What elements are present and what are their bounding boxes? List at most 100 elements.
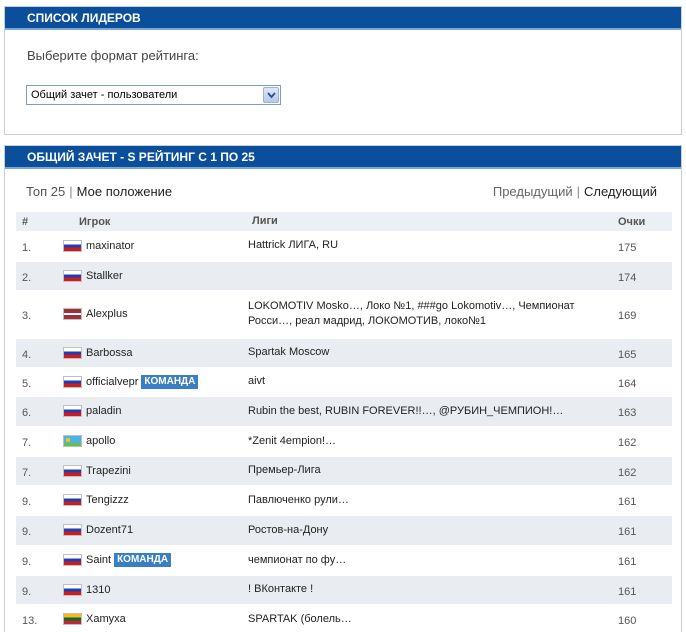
column-num: # — [16, 212, 52, 231]
leagues-cell[interactable]: Hattrick ЛИГА, RU — [248, 231, 610, 262]
table-row: 7. apollo *Zenit 4empion!… 162 — [16, 426, 672, 457]
player-name-link[interactable]: Tengizzz — [86, 494, 129, 506]
points-cell: 165 — [610, 338, 672, 368]
player-name-link[interactable]: apollo — [86, 435, 115, 447]
leagues-cell[interactable] — [248, 261, 610, 291]
rank-cell: 5. — [16, 367, 52, 397]
rank-cell: 9. — [16, 515, 52, 546]
rank-cell: 9. — [16, 575, 52, 605]
player-cell: paladin — [52, 396, 248, 427]
points-cell: 162 — [610, 456, 672, 486]
player-name-link[interactable]: Dozent71 — [86, 524, 133, 536]
points-cell: 163 — [610, 396, 672, 427]
rank-cell: 9. — [16, 485, 52, 516]
leagues-cell[interactable]: Rubin the best, RUBIN FOREVER!!…, @РУБИН… — [248, 396, 610, 427]
player-name-link[interactable]: Trapezini — [86, 465, 131, 477]
leagues-cell[interactable]: SPARTAK (болель… — [248, 604, 610, 632]
format-label: Выберите формат рейтинга: — [27, 48, 199, 63]
player-cell: Stallker — [52, 261, 248, 291]
points-cell: 169 — [610, 290, 672, 339]
player-name-link[interactable]: Barbossa — [86, 347, 132, 359]
leagues-cell[interactable]: LOKOMOTIV Mosko…, Локо №1, ###go Lokomot… — [248, 290, 610, 339]
table-body: 1. maxinator Hattrick ЛИГА, RU 175 2. Stallke… — [16, 231, 672, 632]
leagues-cell[interactable]: aivt — [248, 367, 610, 397]
ranking-title: ОБЩИЙ ЗАЧЕТ - S РЕЙТИНГ С 1 ПО 25 — [5, 146, 681, 169]
player-name-link[interactable]: officialvepr — [86, 376, 138, 388]
rating-format-select[interactable]: Общий зачет - пользователи — [26, 85, 281, 105]
player-name-link[interactable]: Alexplus — [86, 308, 128, 320]
player-cell: Barbossa — [52, 338, 248, 368]
flag-lv-icon — [63, 308, 82, 320]
flag-ru-icon — [63, 583, 82, 596]
rank-cell: 6. — [16, 396, 52, 427]
table-row: 9. Tengizzz Павлюченко рули… 161 — [16, 485, 672, 516]
table-row: 2. Stallker 174 — [16, 261, 672, 291]
flag-ru-icon — [63, 494, 82, 506]
player-name-link[interactable]: Xamyxa — [86, 613, 126, 625]
leagues-cell[interactable]: ! ВКонтакте ! — [248, 575, 610, 605]
flag-ru-icon — [63, 269, 82, 282]
ranking-nav-left: Топ 25 | Мое положение — [26, 184, 172, 199]
top25-link[interactable]: Топ 25 — [26, 184, 65, 199]
points-cell: 161 — [610, 575, 672, 605]
column-leagues: Лиги — [248, 212, 610, 231]
rank-cell: 13. — [16, 604, 52, 632]
points-cell: 161 — [610, 485, 672, 516]
team-badge[interactable]: КОМАНДА — [114, 553, 172, 567]
table-row: 9. Dozent71 Ростов-на-Дону 161 — [16, 515, 672, 546]
table-header-row: # Игрок Лиги Очки — [16, 212, 672, 231]
table-row: 9. 1310 ! ВКонтакте ! 161 — [16, 575, 672, 605]
table-row: 5. officialvepr КОМАНДА aivt 164 — [16, 367, 672, 397]
table-row: 6. paladin Rubin the best, RUBIN FOREVER!!… — [16, 396, 672, 427]
player-cell: apollo — [52, 426, 248, 457]
flag-ru-icon — [63, 554, 82, 566]
chevron-down-icon[interactable] — [263, 87, 279, 103]
flag-lt-icon — [63, 613, 82, 625]
player-name-link[interactable]: 1310 — [86, 584, 110, 596]
rank-cell: 1. — [16, 231, 52, 262]
ranking-panel: ОБЩИЙ ЗАЧЕТ - S РЕЙТИНГ С 1 ПО 25 Топ 25… — [4, 145, 682, 632]
leagues-cell[interactable]: Павлюченко рули… — [248, 485, 610, 516]
flag-mk-icon — [63, 435, 82, 447]
next-link[interactable]: Следующий — [584, 184, 657, 199]
leagues-cell[interactable]: Премьер-Лига — [248, 456, 610, 486]
leagues-cell[interactable]: Spartak Moscow — [248, 338, 610, 368]
player-name-link[interactable]: maxinator — [86, 240, 134, 252]
table-row: 3. Alexplus LOKOMOTIV Mosko…, Локо №1, ###… — [16, 290, 672, 339]
player-cell: Tengizzz — [52, 485, 248, 516]
points-cell: 161 — [610, 515, 672, 546]
points-cell: 174 — [610, 261, 672, 291]
leagues-cell[interactable]: Ростов-на-Дону — [248, 515, 610, 546]
rank-cell: 9. — [16, 545, 52, 576]
player-cell: Dozent71 — [52, 515, 248, 546]
flag-ru-icon — [63, 524, 82, 536]
player-cell: Alexplus — [52, 290, 248, 339]
player-cell: Trapezini — [52, 456, 248, 486]
rank-cell: 4. — [16, 338, 52, 368]
player-cell: Xamyxa — [52, 604, 248, 632]
player-cell: Saint КОМАНДА — [52, 545, 248, 576]
points-cell: 175 — [610, 231, 672, 262]
flag-ru-icon — [63, 405, 82, 417]
leagues-cell[interactable]: чемпионат по фу… — [248, 545, 610, 576]
column-points: Очки — [610, 212, 672, 231]
points-cell: 160 — [610, 604, 672, 632]
player-name-link[interactable]: paladin — [86, 405, 121, 417]
rank-cell: 7. — [16, 456, 52, 486]
ranking-nav-right: Предыдущий | Следующий — [493, 184, 657, 199]
player-name-link[interactable]: Stallker — [86, 270, 123, 282]
leagues-cell[interactable]: *Zenit 4empion!… — [248, 426, 610, 457]
select-value: Общий зачет - пользователи — [31, 89, 178, 101]
points-cell: 161 — [610, 545, 672, 576]
table-row: 13. Xamyxa SPARTAK (болель… 160 — [16, 604, 672, 632]
rank-cell: 7. — [16, 426, 52, 457]
column-player: Игрок — [52, 212, 248, 231]
prev-link[interactable]: Предыдущий — [493, 184, 573, 199]
team-badge[interactable]: КОМАНДА — [141, 374, 199, 389]
table-row: 7. Trapezini Премьер-Лига 162 — [16, 456, 672, 486]
table-row: 1. maxinator Hattrick ЛИГА, RU 175 — [16, 231, 672, 262]
leaders-list-panel: СПИСОК ЛИДЕРОВ Выберите формат рейтинга:… — [4, 6, 682, 135]
player-name-link[interactable]: Saint — [86, 554, 111, 566]
leaders-table: # Игрок Лиги Очки 1. maxinator Hattrick ЛИ… — [16, 212, 672, 632]
my-position-link[interactable]: Мое положение — [77, 184, 172, 199]
